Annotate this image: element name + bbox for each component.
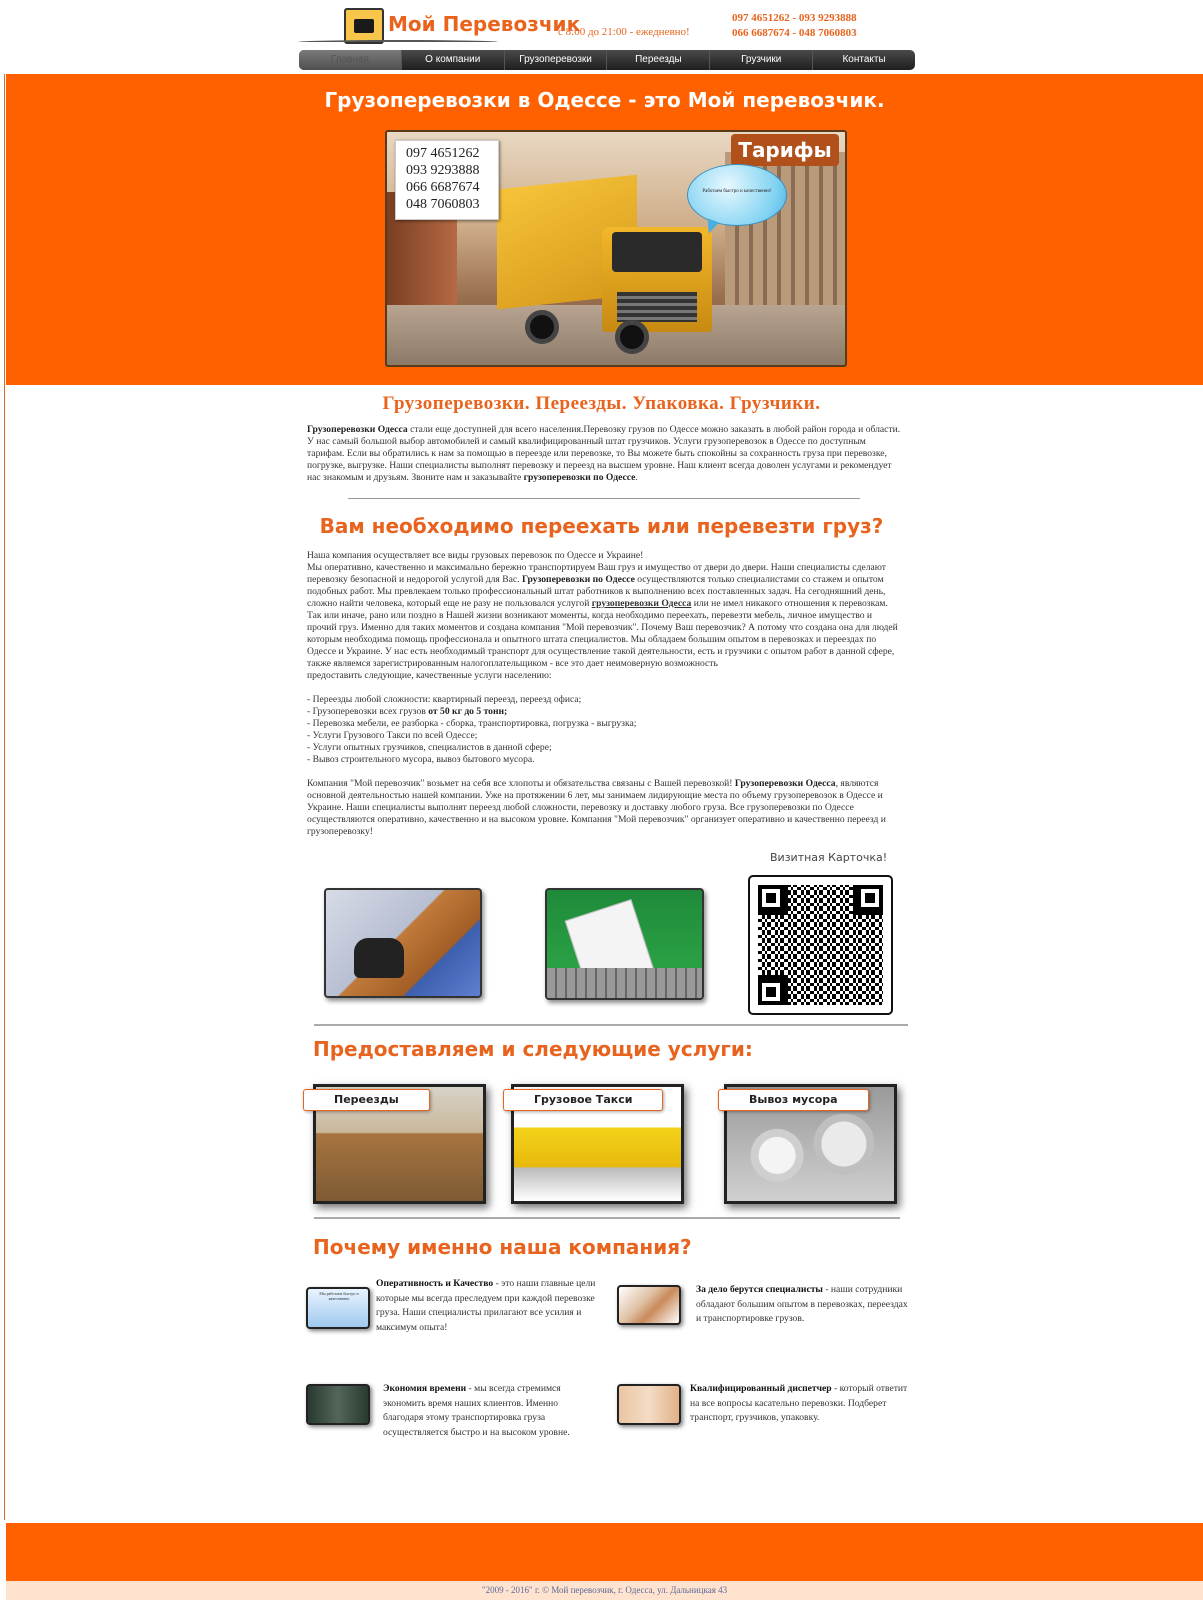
move-body: Мы оперативно, качественно и максимально… [307, 562, 903, 670]
quality-thumbnail: Мы работаем быстро и качественно [306, 1287, 370, 1329]
intro-paragraph: Грузоперевозки Одесса стали еще доступне… [307, 424, 903, 484]
service-tag-cargo-taxi[interactable]: Грузовое Такси [503, 1089, 664, 1111]
left-border-line [4, 0, 5, 1520]
intro-bold-1: Грузоперевозки Одесса [307, 424, 408, 435]
qr-finder-icon [758, 885, 784, 911]
intro-heading: Грузоперевозки. Переезды. Упаковка. Груз… [382, 393, 821, 414]
footer-copyright: "2009 - 2016" г. © Мой перевозчик, г. Од… [6, 1581, 1203, 1600]
dispatcher-thumbnail [617, 1384, 681, 1425]
nav-item-home[interactable]: Главная [299, 50, 402, 70]
hero-phone-card: 097 4651262 093 9293888 066 6687674 048 … [395, 140, 499, 220]
list-item-2-text: - Грузоперевозки всех грузов [307, 706, 429, 717]
movers-office-photo [324, 888, 482, 998]
truck-windshield [612, 232, 702, 272]
why-item-quality: Оперативность и Качество - это наши глав… [376, 1277, 602, 1335]
logo-text: Мой Перевозчик [388, 12, 581, 36]
divider-3 [314, 1217, 900, 1219]
handshake-thumbnail [617, 1285, 681, 1325]
hero-phone-1: 097 4651262 [406, 146, 480, 161]
service-list-item-6: - Вывоз строительного мусора, вывоз быто… [307, 754, 535, 765]
speech-bubble: Работаем быстро и качественно! [687, 164, 787, 226]
business-card-qr-code[interactable] [748, 875, 893, 1015]
site-logo[interactable]: Мой Перевозчик [298, 6, 580, 46]
team-thumbnail [306, 1384, 370, 1425]
business-card-label: Визитная Карточка! [770, 851, 888, 864]
service-list-item-1: - Переезды любой сложности: квартирный п… [307, 694, 582, 705]
closing-text-a: Компания "Мой перевозчик" возьмет на себ… [307, 778, 735, 789]
quality-thumb-text: Мы работаем быстро и качественно [319, 1291, 359, 1301]
why-title-time: Экономия времени [383, 1383, 467, 1394]
qr-finder-icon [758, 979, 784, 1005]
move-bold-a: Грузоперевозки по Одессе [521, 574, 635, 585]
header-phones: 097 4651262 - 093 9293888 066 6687674 - … [732, 11, 857, 41]
piano-movers-photo [545, 888, 704, 1000]
service-list-item-3: - Перевозка мебели, ее разборка - сборка… [307, 718, 637, 729]
hero-banner: Грузоперевозки в Одессе - это Мой перево… [6, 74, 1203, 385]
list-item-2-bold-end: ; [504, 706, 508, 717]
services-heading: Предоставляем и следующие услуги: [313, 1037, 753, 1061]
footer-band [6, 1523, 1203, 1581]
service-tag-garbage[interactable]: Вывоз мусора [718, 1089, 869, 1111]
hero-title: Грузоперевозки в Одессе - это Мой перево… [324, 88, 885, 112]
service-tag-moving[interactable]: Переезды [303, 1089, 430, 1111]
divider-2 [314, 1024, 908, 1026]
move-line-1: Наша компания осуществляет все виды груз… [307, 550, 644, 561]
service-list-item-2: - Грузоперевозки всех грузов от 50 кг до… [307, 706, 903, 718]
why-title-dispatcher: Квалифицированный диспетчер [690, 1383, 832, 1394]
intro-bold-2: грузоперевозки по Одессе [523, 472, 636, 483]
divider-1 [348, 498, 860, 499]
mover-figure [354, 938, 404, 978]
hero-phone-3: 066 6687674 [406, 180, 480, 195]
list-item-2-bold: от 50 кг до 5 тонн [428, 706, 505, 717]
logo-swoosh-decoration [298, 40, 498, 44]
truck-wheel-rear [525, 310, 559, 344]
move-heading: Вам необходимо переехать или перевезти г… [319, 514, 884, 538]
service-list-item-5: - Услуги опытных грузчиков, специалистов… [307, 742, 552, 753]
closing-bold: Грузоперевозки Одесса [734, 778, 836, 789]
why-item-dispatcher: Квалифицированный диспетчер - который от… [690, 1382, 914, 1426]
nav-item-loaders[interactable]: Грузчики [710, 50, 814, 70]
header-phone-line-2: 066 6687674 - 048 7060803 [732, 27, 857, 39]
qr-finder-icon [857, 885, 883, 911]
site-header: Мой Перевозчик с 8:00 до 21:00 - ежеднев… [0, 0, 1203, 74]
intro-text-end: . [635, 472, 638, 483]
nav-item-moving[interactable]: Переезды [607, 50, 711, 70]
nav-item-contacts[interactable]: Контакты [813, 50, 915, 70]
nav-item-about[interactable]: О компании [402, 50, 505, 70]
header-phone-line-1: 097 4651262 - 093 9293888 [732, 12, 857, 24]
hero-truck-photo: 097 4651262 093 9293888 066 6687674 048 … [385, 130, 847, 367]
nav-item-cargo[interactable]: Грузоперевозки [505, 50, 608, 70]
truck-logo-icon [344, 8, 384, 44]
speech-bubble-text: Работаем быстро и качественно! [702, 189, 772, 194]
hero-phone-2: 093 9293888 [406, 163, 480, 178]
why-item-specialists: За дело берутся специалисты - наши сотру… [696, 1283, 910, 1327]
move-closing: Компания "Мой перевозчик" возьмет на себ… [307, 778, 903, 838]
move-paragraph: Наша компания осуществляет все виды груз… [307, 550, 903, 838]
truck-grill [617, 292, 697, 322]
why-title-quality: Оперативность и Качество [376, 1278, 494, 1289]
why-title-specialists: За дело берутся специалисты [696, 1284, 823, 1295]
move-line-d: предоставить следующие, качественные усл… [307, 670, 552, 681]
truck-wheel-front [615, 320, 649, 354]
why-item-time: Экономия времени - мы всегда стремимся э… [383, 1382, 593, 1440]
working-hours: с 8:00 до 21:00 - ежедневно! [558, 26, 690, 38]
stairs-figure [547, 968, 702, 998]
main-navigation: Главная О компании Грузоперевозки Переез… [299, 50, 915, 70]
tariffs-button[interactable]: Тарифы [731, 134, 839, 166]
service-list-item-4: - Услуги Грузового Такси по всей Одессе; [307, 730, 478, 741]
why-heading: Почему именно наша компания? [313, 1235, 692, 1259]
cargo-odessa-link[interactable]: грузоперевозки Одесса [592, 598, 692, 609]
hero-phone-4: 048 7060803 [406, 197, 480, 212]
